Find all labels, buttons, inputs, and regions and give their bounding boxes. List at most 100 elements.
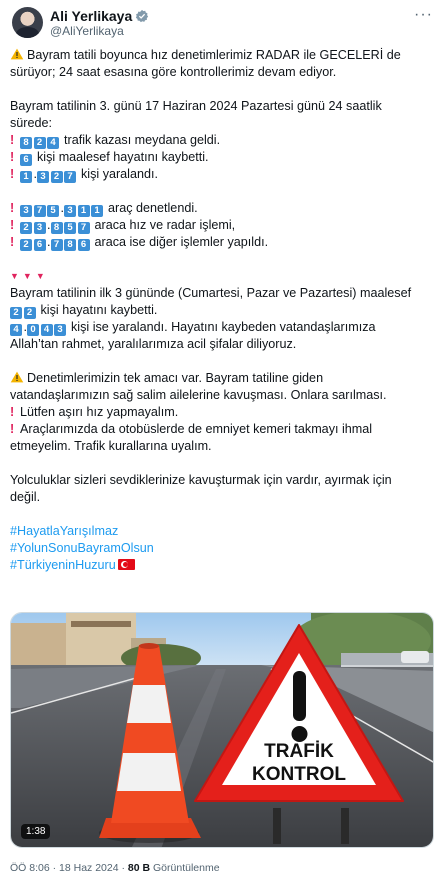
tweet-header: Ali Yerlikaya @AliYerlikaya ··· — [12, 7, 433, 47]
video-player[interactable]: TRAFİK KONTROL 1:38 — [10, 612, 434, 848]
sign-text-line-1: TRAFİK — [264, 741, 334, 762]
intro-paragraph: Bayram tatili boyunca hız denetimlerimiz… — [10, 47, 433, 81]
number-box: 4 — [47, 137, 59, 149]
exclamation-icon: ! — [10, 422, 15, 436]
hashtags: #HayatlaYarışılmaz #YolunSonuBayramOlsun… — [10, 523, 433, 574]
number-box: 2 — [20, 239, 32, 251]
exclamation-icon: ! — [10, 235, 15, 249]
closing-line-1: Yolculuklar sizleri sevdiklerinize kavuş… — [10, 473, 392, 487]
appeal-item-1: ! Lütfen aşırı hız yapmayalım. — [10, 405, 179, 419]
number-box: 2 — [23, 307, 36, 319]
video-duration-badge: 1:38 — [21, 824, 51, 839]
number-box: 7 — [64, 171, 76, 183]
verified-icon — [136, 9, 149, 23]
exclamation-icon: ! — [10, 201, 15, 215]
number-boxes: 6 — [20, 150, 34, 166]
number-box: 2 — [20, 222, 32, 234]
number-box: 4 — [40, 324, 53, 336]
exclamation-icon: ! — [10, 167, 15, 181]
closing-line-2: değil. — [10, 490, 41, 504]
number-box: 6 — [20, 154, 32, 166]
number-box: 0 — [27, 324, 39, 336]
number-boxes: 23.857 — [20, 218, 91, 234]
number-box: 8 — [64, 239, 76, 251]
number-box: 2 — [10, 307, 22, 319]
number-box: 8 — [50, 222, 63, 234]
more-options-icon[interactable]: ··· — [414, 7, 433, 23]
number-boxes: 375.311 — [20, 201, 105, 217]
number-box: 2 — [50, 171, 63, 183]
three-days-deaths: 22 kişi hayatını kaybetti. — [10, 302, 433, 319]
appeal-paragraph: Denetimlerimizin tek amacı var. Bayram t… — [10, 370, 433, 455]
tweet-text: Bayram tatili boyunca hız denetimlerimiz… — [10, 47, 433, 574]
number-box: 4 — [10, 324, 22, 336]
exclamation-icon: ! — [10, 218, 15, 232]
number-box: 8 — [20, 137, 32, 149]
appeal-item-2: ! Araçlarımızda da otobüslerde de emniyet… — [10, 422, 373, 436]
appeal-line-1: Denetimlerimizin tek amacı var. Bayram t… — [10, 370, 433, 387]
number-box: 3 — [33, 222, 46, 234]
triangle-icons: ▼▼▼ — [10, 271, 49, 281]
three-days-injured: 4.043 kişi ise yaralandı. Hayatını kaybe… — [10, 319, 433, 336]
day3-heading-line-1: Bayram tatilinin 3. günü 17 Haziran 2024… — [10, 99, 382, 113]
number-box: 3 — [20, 205, 32, 217]
number-box: 1 — [20, 171, 32, 183]
three-days-line-1: Bayram tatilinin ilk 3 gününde (Cumartes… — [10, 286, 412, 300]
video-thumbnail: TRAFİK KONTROL — [11, 613, 433, 847]
day3-paragraph: Bayram tatilinin 3. günü 17 Haziran 2024… — [10, 98, 433, 183]
number-box: 3 — [54, 324, 66, 336]
intro-line-1: Bayram tatili boyunca hız denetimlerimiz… — [10, 47, 433, 64]
avatar[interactable] — [12, 7, 43, 38]
number-box: 5 — [64, 222, 76, 234]
author-name-row: Ali Yerlikaya — [50, 7, 149, 25]
hashtag-with-flag: #TürkiyeninHuzuru — [10, 557, 433, 574]
day3-heading-line-2: süredе: — [10, 116, 53, 130]
intro-line-2: sürüyor; 24 saat esasına göre kontroller… — [10, 65, 337, 79]
number-box: 5 — [47, 205, 59, 217]
stat-deaths: ! 6 kişi maalesef hayatını kaybetti. — [10, 150, 209, 166]
number-box: 6 — [33, 239, 46, 251]
number-box: 7 — [50, 239, 63, 251]
stat-other-actions: ! 2 6. 7 8 6 araca ise diğer işlemler yapıldı… — [10, 235, 269, 251]
tweet-timestamp[interactable]: ÖÖ 8:06 · 18 Haz 2024 · — [10, 862, 128, 874]
appeal-item-2-cont: etmeyelim. Trafik kurallarına uyalım. — [10, 439, 212, 453]
number-boxes: 1.327 — [20, 167, 78, 183]
exclamation-icon: ! — [10, 133, 15, 147]
views-count: 80 B — [127, 862, 151, 874]
stat-speed-radar: ! 2 3. 8 5 7 araca hız ve radar işlemi, — [10, 218, 236, 234]
number-box: 3 — [37, 171, 49, 183]
stat-vehicles: ! 3 7 5. 3 1 1 araç denetlendi. — [10, 201, 198, 217]
hashtag-link[interactable]: #YolunSonuBayramOlsun — [10, 540, 433, 557]
number-box: 2 — [33, 137, 46, 149]
number-box: 6 — [77, 239, 90, 251]
tweet-meta: ÖÖ 8:06 · 18 Haz 2024 · 80 B Görüntülenm… — [10, 862, 220, 874]
number-boxes: 26.786 — [20, 235, 91, 251]
number-boxes: 824 — [20, 133, 61, 149]
appeal-line-2: vatandaşlarımızın sağ salim ailelerine k… — [10, 388, 387, 402]
exclamation-icon: ! — [10, 150, 15, 164]
author-name[interactable]: Ali Yerlikaya — [50, 8, 132, 24]
three-days-line-4: Allah’tan rahmet, yaralılarımıza acil şi… — [10, 337, 297, 351]
number-boxes: 4.043 — [10, 320, 68, 336]
author-handle[interactable]: @AliYerlikaya — [50, 24, 124, 38]
number-box: 3 — [64, 205, 76, 217]
number-boxes: 22 — [10, 303, 37, 319]
turkey-flag-icon — [117, 559, 135, 570]
hashtag-link[interactable]: #HayatlaYarışılmaz — [10, 523, 433, 540]
separator-dot: . — [47, 235, 51, 249]
stat-accidents: ! 8 2 4 trafik kazası meydana geldi. — [10, 133, 221, 149]
stat-injured: ! 1. 3 2 7 kişi yaralandı. — [10, 167, 158, 183]
number-box: 7 — [77, 222, 90, 234]
inspections-paragraph: ! 3 7 5. 3 1 1 araç denetlendi. ! 2 3. 8 5 7 araca … — [10, 200, 433, 251]
warning-icon — [10, 371, 24, 383]
warning-icon — [10, 48, 24, 60]
sign-text-line-2: KONTROL — [252, 764, 346, 785]
three-days-paragraph: ▼▼▼ Bayram tatilinin ilk 3 gününde (Cuma… — [10, 268, 433, 353]
exclamation-icon: ! — [10, 405, 15, 419]
number-box: 1 — [91, 205, 103, 217]
separator-dot: . — [47, 218, 51, 232]
views-label: Görüntülenme — [150, 862, 220, 874]
hashtag-link[interactable]: #TürkiyeninHuzuru — [10, 558, 116, 572]
number-box: 7 — [33, 205, 46, 217]
number-box: 1 — [77, 205, 90, 217]
